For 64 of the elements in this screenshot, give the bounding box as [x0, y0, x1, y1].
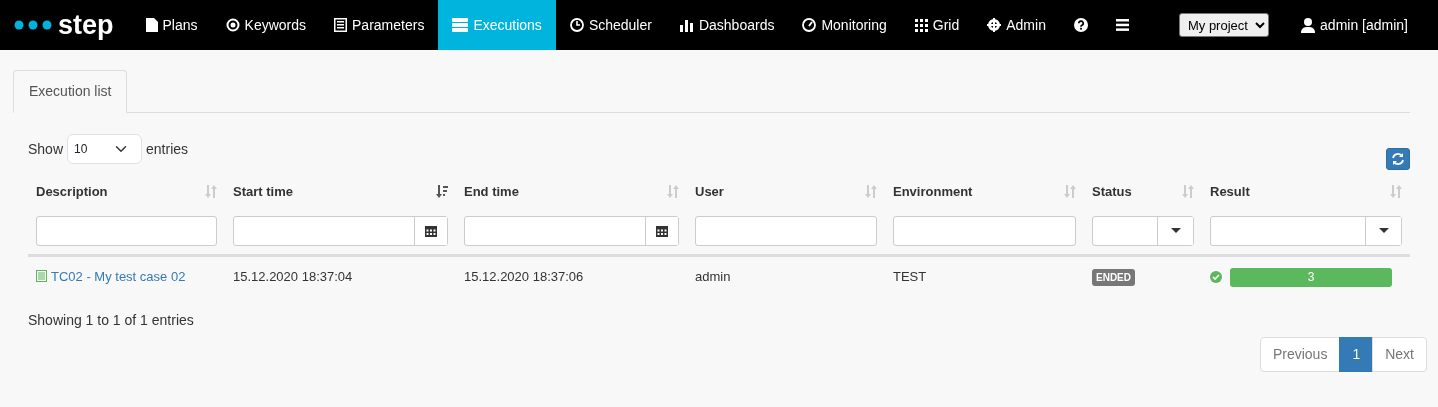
clock-icon	[569, 18, 584, 32]
nav-tab[interactable]: Grid	[900, 0, 974, 50]
filter-field[interactable]	[36, 215, 217, 246]
select-filter-field[interactable]	[1092, 215, 1194, 246]
sort-icon[interactable]	[667, 185, 679, 199]
user-menu[interactable]: admin [admin]	[1287, 0, 1422, 50]
sort-icon[interactable]	[1390, 185, 1402, 199]
filter-field[interactable]	[695, 215, 877, 246]
column-header[interactable]: User	[695, 182, 724, 202]
pagination-button[interactable]: 1	[1339, 336, 1374, 372]
result-bar: 3	[1230, 267, 1392, 287]
logo-dots-icon	[14, 20, 52, 30]
help-icon[interactable]	[1073, 18, 1088, 32]
document-icon	[36, 270, 47, 283]
table-cell: TEST	[893, 269, 927, 285]
column-header[interactable]: Description	[36, 182, 108, 202]
sort-icon[interactable]	[205, 185, 217, 199]
bar-chart-icon	[679, 18, 694, 32]
nav-tab[interactable]: Plans	[131, 0, 212, 50]
nav-tab[interactable]: Monitoring	[788, 0, 901, 50]
sort-icon[interactable]	[1182, 185, 1194, 199]
sort-icon[interactable]	[1064, 185, 1076, 199]
date-filter-field[interactable]	[464, 215, 679, 246]
date-filter-field[interactable]	[233, 215, 448, 246]
caret-icon[interactable]	[1170, 228, 1181, 233]
execution-link[interactable]: TC02 - My test case 02	[36, 266, 186, 286]
column-header[interactable]: Result	[1210, 182, 1250, 202]
select-filter-field[interactable]	[1210, 215, 1402, 246]
brand-logo[interactable]: step	[58, 11, 114, 39]
show-label: Show	[28, 139, 64, 159]
calendar-icon[interactable]	[656, 224, 668, 237]
refresh-icon	[1391, 152, 1405, 166]
menu-icon[interactable]	[1115, 19, 1129, 31]
table-cell: admin	[695, 269, 731, 285]
target-icon	[225, 18, 240, 32]
entries-label: entries	[146, 139, 189, 159]
nav-tab[interactable]: Parameters	[320, 0, 439, 50]
tab[interactable]: Execution list	[13, 70, 128, 113]
nav-tab[interactable]: Admin	[973, 0, 1060, 50]
user-icon	[1301, 17, 1316, 33]
nav-tab[interactable]: Dashboards	[665, 0, 789, 50]
column-header[interactable]: Status	[1092, 182, 1132, 202]
table-cell: 15.12.2020 18:37:06	[464, 269, 584, 285]
calendar-icon[interactable]	[425, 224, 437, 237]
server-icon	[452, 18, 469, 32]
caret-icon[interactable]	[1378, 228, 1389, 233]
table-info: Showing 1 to 1 of 1 entries	[28, 310, 194, 330]
grid-icon	[914, 18, 928, 32]
file-icon	[145, 18, 158, 32]
column-header[interactable]: End time	[464, 182, 519, 202]
entries-select[interactable]: 10	[67, 134, 143, 164]
gauge-icon	[802, 18, 817, 32]
status-badge: ENDED	[1092, 269, 1135, 287]
refresh-button[interactable]	[1386, 148, 1410, 170]
filter-field[interactable]	[893, 215, 1076, 246]
list-icon	[334, 18, 348, 32]
column-header[interactable]: Start time	[233, 182, 293, 202]
sort-icon[interactable]	[865, 185, 877, 199]
nav-tab[interactable]: Keywords	[211, 0, 321, 50]
column-header[interactable]: Environment	[893, 182, 973, 202]
sort-descending-icon[interactable]	[436, 185, 448, 199]
table-cell: 15.12.2020 18:37:04	[233, 269, 353, 285]
project-select[interactable]: My project	[1178, 13, 1269, 37]
nav-tab[interactable]: Scheduler	[555, 0, 666, 50]
